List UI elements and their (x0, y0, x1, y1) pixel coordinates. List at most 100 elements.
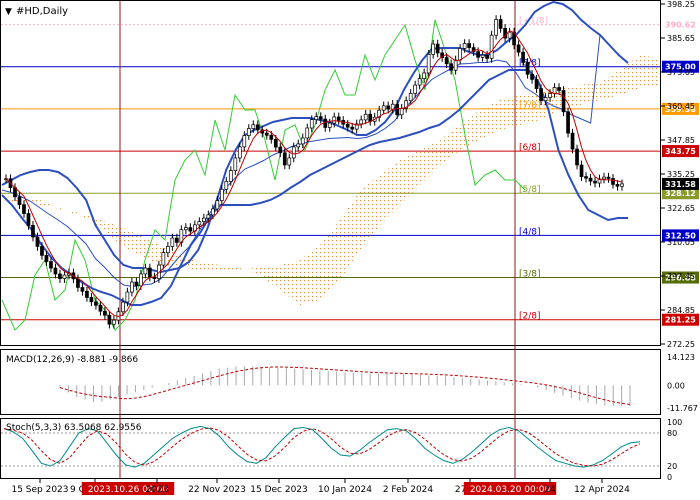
level-tag-label: 390.62 (665, 21, 696, 30)
candle-body (35, 236, 40, 247)
x-tick-label: 2 Feb 2024 (383, 485, 434, 495)
macd-panel: 14.123 0.00 -11.767 (59, 353, 698, 413)
candle-body (125, 291, 130, 303)
candle-body (148, 267, 152, 278)
level-label: [+1/8] (519, 17, 548, 27)
candle-body (53, 267, 58, 275)
candle-body (314, 116, 319, 120)
candle-body (413, 84, 418, 94)
candle-body (161, 252, 166, 266)
candle-body (332, 116, 337, 124)
candle-body (453, 59, 458, 71)
ichimoku-cloud (2, 55, 658, 305)
candle-body (449, 63, 453, 71)
candle-body (89, 297, 94, 303)
candle-body (273, 138, 278, 148)
candle-body (31, 225, 35, 238)
stoch-axis-label: 80 (667, 429, 677, 438)
y-tick-label: 297.45 (667, 272, 695, 281)
y-tick-label: 272.25 (667, 340, 695, 349)
candle-body (80, 287, 85, 292)
candle-body (228, 170, 233, 182)
candle-body (58, 273, 62, 279)
stoch-label: Stoch(5,3,3) 63.5068 62.9556 (6, 423, 142, 433)
candle-body (557, 87, 561, 91)
candle-body (525, 62, 530, 75)
y-tick-label: 385.65 (667, 34, 695, 43)
candle-body (318, 116, 323, 120)
candle-body (467, 43, 471, 48)
candle-body (530, 73, 534, 80)
candle-body (327, 122, 332, 128)
candle-body (395, 103, 400, 116)
candle-body (588, 177, 593, 182)
x-tick-label: 22 Nov 2023 (188, 485, 246, 495)
candle-body (130, 281, 134, 293)
candle-body (552, 87, 557, 94)
candle-body (345, 123, 350, 128)
candle-body (575, 148, 579, 166)
candle-body (534, 79, 539, 89)
candle-body (103, 310, 107, 316)
level-label: [6/8] (519, 143, 541, 153)
candle-body (494, 19, 498, 36)
y-tick-label: 284.85 (667, 306, 695, 315)
candle-body (336, 116, 341, 121)
candle-body (309, 119, 314, 129)
symbol-title-icon: ▼ (5, 7, 12, 17)
candle-body (237, 146, 242, 159)
candle-body (112, 319, 116, 325)
candle-body (408, 93, 413, 102)
candle-body (485, 54, 489, 59)
candle-body (602, 176, 606, 180)
level-label: [3/8] (519, 270, 541, 280)
y-tick-label: 322.65 (667, 204, 695, 213)
candle-body (422, 72, 427, 79)
candle-body (516, 44, 521, 53)
candle-body (255, 124, 260, 131)
candle-body (305, 127, 310, 139)
y-tick-label: 310.05 (667, 238, 695, 247)
candle-body (282, 152, 287, 166)
candle-body (121, 301, 125, 313)
candle-body (323, 118, 328, 128)
candle-body (210, 208, 215, 216)
candle-body (134, 281, 139, 287)
level-label: [2/8] (519, 312, 541, 322)
level-tag-label: 328.12 (665, 189, 696, 198)
macd-axis-label: 14.123 (667, 353, 695, 362)
candle-body (417, 78, 422, 86)
y-tick-label: 335.25 (667, 170, 695, 179)
candle-body (246, 128, 251, 136)
candle-body (498, 19, 503, 29)
candle-body (85, 290, 89, 298)
candle-body (548, 93, 552, 98)
candle-body (215, 200, 220, 210)
candle-body (49, 261, 53, 269)
candle-body (17, 196, 22, 205)
y-tick-label: 360.45 (667, 102, 695, 111)
candle-body (166, 246, 170, 254)
candle-body (399, 107, 404, 116)
candle-body (175, 237, 179, 243)
candle-body (107, 314, 112, 325)
candle-body (570, 132, 575, 150)
y-axis: 398.25 385.65 373.05 360.45 347.85 335.25 322.… (661, 0, 695, 349)
candle-body (593, 180, 597, 184)
y-tick-label: 347.85 (667, 136, 695, 145)
candle-body (458, 48, 462, 61)
candle-body (251, 124, 256, 129)
candle-body (489, 34, 494, 59)
candle-body (242, 135, 247, 148)
stoch-axis-label: 100 (667, 418, 682, 427)
candle-body (381, 105, 386, 111)
level-tag-label: 343.75 (665, 147, 696, 156)
candle-body (300, 137, 305, 145)
stoch-axis-label: 20 (667, 462, 677, 471)
stoch-axis-label: 0 (667, 473, 672, 482)
candle-body (584, 176, 588, 179)
candle-body (62, 274, 67, 279)
candle-body (26, 213, 31, 226)
y-tick-label: 398.25 (667, 0, 695, 9)
y-tick-label: 373.05 (667, 68, 695, 77)
